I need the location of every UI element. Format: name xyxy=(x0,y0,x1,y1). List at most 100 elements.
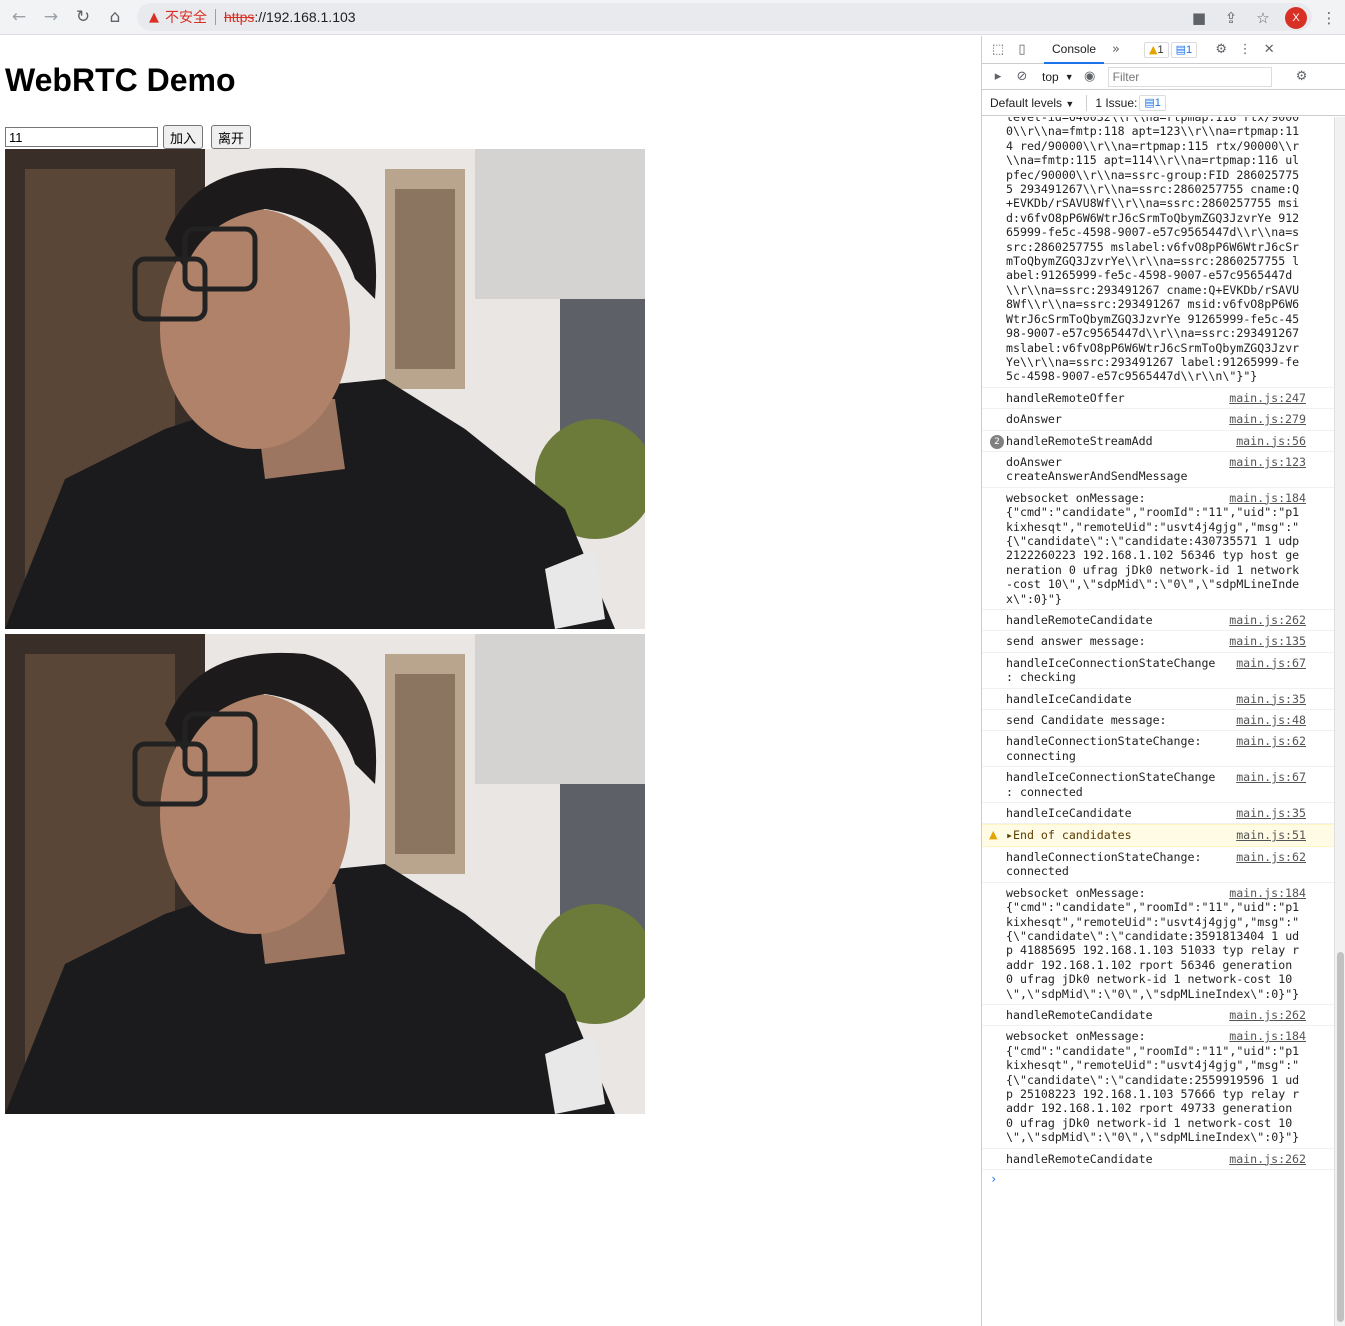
source-link[interactable]: main.js:56 xyxy=(1232,433,1306,448)
console-message: 2 handleRemoteStreamAdd main.js:56 xyxy=(982,431,1334,452)
source-link[interactable]: main.js:123 xyxy=(1225,454,1306,470)
back-arrow-icon[interactable]: ← xyxy=(3,1,35,33)
source-link[interactable]: main.js:247 xyxy=(1225,390,1306,406)
source-link[interactable]: main.js:279 xyxy=(1225,412,1306,427)
filter-input[interactable]: Filter xyxy=(1107,66,1272,87)
share-icon[interactable]: ⇪ xyxy=(1215,2,1247,34)
scrollbar[interactable] xyxy=(1334,117,1345,1326)
message-text: handleIceCandidate xyxy=(1006,691,1132,706)
warning-icon: ▲ xyxy=(989,828,998,842)
scrollbar-thumb[interactable] xyxy=(1337,952,1344,1322)
avatar[interactable]: X xyxy=(1285,6,1307,29)
join-button[interactable]: 加入 xyxy=(163,125,204,149)
clear-console-icon[interactable]: ⊘ xyxy=(1010,65,1034,89)
source-link[interactable]: main.js:67 xyxy=(1232,655,1306,671)
info-count-badge[interactable]: ▤ 1 xyxy=(1170,41,1198,58)
counters[interactable]: ▲ 1 ▤ 1 xyxy=(1142,41,1198,58)
message-text: send answer message: xyxy=(1006,634,1146,649)
page-content: WebRTC Demo 加入 离开 xyxy=(0,36,980,1326)
console-prompt[interactable]: › xyxy=(982,1170,1334,1188)
page-title: WebRTC Demo xyxy=(5,62,236,98)
console-messages: level-id=640032\\r\\na=rtpmap:118 rtx/90… xyxy=(982,117,1334,1326)
message-text: handleIceConnectionStateChange : checkin… xyxy=(1006,655,1216,685)
console-message: handleConnectionStateChange: connecting m… xyxy=(982,731,1334,768)
warning-count-badge[interactable]: ▲ 1 xyxy=(1144,41,1169,58)
console-message: handleIceCandidate main.js:35 xyxy=(982,803,1334,825)
console-message: doAnswer main.js:279 xyxy=(982,409,1334,431)
eye-icon[interactable]: ◉ xyxy=(1078,65,1102,89)
insecure-label: 不安全 xyxy=(165,9,207,25)
message-text: handleConnectionStateChange: connected xyxy=(1006,849,1202,879)
url-host: ://192.168.1.103 xyxy=(254,9,356,25)
source-link[interactable]: main.js:48 xyxy=(1232,713,1306,728)
message-text: handleRemoteOffer xyxy=(1006,390,1125,405)
source-link[interactable]: main.js:184 xyxy=(1225,490,1306,506)
console-message: handleConnectionStateChange: connected ma… xyxy=(982,847,1334,883)
settings-gear-icon[interactable]: ⚙ xyxy=(1209,38,1233,62)
console-message: handleRemoteCandidate main.js:262 xyxy=(982,1149,1334,1170)
kebab-menu-icon[interactable]: ⋮ xyxy=(1233,38,1257,62)
message-text: websocket onMessage: {"cmd":"candidate",… xyxy=(1006,1029,1300,1145)
remote-video xyxy=(5,634,645,1114)
source-link[interactable]: main.js:62 xyxy=(1232,734,1306,749)
forward-arrow-icon[interactable]: → xyxy=(35,1,67,33)
message-text: level-id=640032\\r\\na=rtpmap:118 rtx/90… xyxy=(1006,117,1307,384)
local-video xyxy=(5,149,645,629)
console-message: handleRemoteOffer main.js:247 xyxy=(982,388,1334,410)
source-link[interactable]: main.js:62 xyxy=(1232,849,1306,865)
browser-toolbar: ← → ↻ ⌂ ▲ 不安全 https://192.168.1.103 ■ ⇪ … xyxy=(0,0,1345,35)
console-warning: ▲ ▸End of candidates main.js:51 xyxy=(982,824,1334,847)
console-message: send answer message: main.js:135 xyxy=(982,631,1334,653)
star-icon[interactable]: ☆ xyxy=(1247,2,1279,34)
message-text: doAnswer createAnswerAndSendMessage xyxy=(1006,454,1188,484)
message-text: handleRemoteCandidate xyxy=(1006,613,1153,627)
chevron-down-icon: ▼ xyxy=(1064,71,1074,82)
source-link[interactable]: main.js:184 xyxy=(1225,885,1306,901)
console-message: websocket onMessage: {"cmd":"candidate",… xyxy=(982,883,1334,1005)
settings-gear-icon[interactable]: ⚙ xyxy=(1290,65,1314,89)
message-text: send Candidate message: xyxy=(1006,713,1167,728)
console-levels-bar: Default levels ▼ 1 Issue: ▤ 1 xyxy=(982,90,1345,116)
console-message: handleRemoteCandidate main.js:262 xyxy=(982,1005,1334,1027)
source-link[interactable]: main.js:135 xyxy=(1225,634,1306,649)
source-link[interactable]: main.js:35 xyxy=(1232,691,1306,707)
message-text: ▸End of candidates xyxy=(1006,828,1132,843)
message-text: handleRemoteCandidate xyxy=(1006,1007,1153,1022)
devtools-tabs: ⬚ ▯ Console » ▲ 1 ▤ 1 ⚙ ⋮ ✕ xyxy=(982,36,1345,64)
source-link[interactable]: main.js:35 xyxy=(1232,806,1306,821)
source-link[interactable]: main.js:262 xyxy=(1225,1151,1306,1166)
source-link[interactable]: main.js:184 xyxy=(1225,1029,1306,1044)
more-tabs-icon[interactable]: » xyxy=(1104,38,1128,62)
leave-button[interactable]: 离开 xyxy=(211,125,252,149)
console-message: level-id=640032\\r\\na=rtpmap:118 rtx/90… xyxy=(982,117,1334,388)
source-link[interactable]: main.js:262 xyxy=(1225,613,1306,628)
reload-icon[interactable]: ↻ xyxy=(67,1,99,33)
source-link[interactable]: main.js:262 xyxy=(1225,1007,1306,1023)
close-icon[interactable]: ✕ xyxy=(1257,38,1281,62)
chevron-down-icon: ▼ xyxy=(1065,98,1075,109)
devtools-panel: ⬚ ▯ Console » ▲ 1 ▤ 1 ⚙ ⋮ ✕ ▸ ⊘ top ▼ ◉ Fil… xyxy=(981,36,1345,1326)
kebab-menu-icon[interactable]: ⋮ xyxy=(1313,2,1345,34)
source-link[interactable]: main.js:51 xyxy=(1232,828,1306,843)
message-text: handleRemoteCandidate xyxy=(1006,1151,1153,1166)
url-scheme: https xyxy=(224,9,255,25)
tab-console[interactable]: Console xyxy=(1044,36,1105,64)
levels-dropdown[interactable]: Default levels ▼ xyxy=(990,96,1074,110)
console-message: send Candidate message: main.js:48 xyxy=(982,710,1334,732)
room-id-input[interactable] xyxy=(5,127,158,147)
context-selector[interactable]: top ▼ xyxy=(1038,70,1078,84)
inspect-element-icon[interactable]: ⬚ xyxy=(986,38,1010,62)
source-link[interactable]: main.js:67 xyxy=(1232,770,1306,785)
warning-icon: ▲ xyxy=(1149,43,1158,56)
console-message: handleRemoteCandidate main.js:262 xyxy=(982,610,1334,632)
camera-icon[interactable]: ■ xyxy=(1183,2,1215,34)
sidebar-toggle-icon[interactable]: ▸ xyxy=(986,65,1010,89)
divider xyxy=(215,9,216,25)
message-text: doAnswer xyxy=(1006,412,1062,427)
warning-icon: ▲ xyxy=(149,9,159,25)
device-toolbar-icon[interactable]: ▯ xyxy=(1010,38,1034,62)
address-bar[interactable]: ▲ 不安全 https://192.168.1.103 xyxy=(137,3,1312,31)
message-text: handleIceConnectionStateChange : connect… xyxy=(1006,770,1216,799)
home-icon[interactable]: ⌂ xyxy=(99,1,131,33)
issues-button[interactable]: 1 Issue: ▤ 1 xyxy=(1086,94,1166,111)
